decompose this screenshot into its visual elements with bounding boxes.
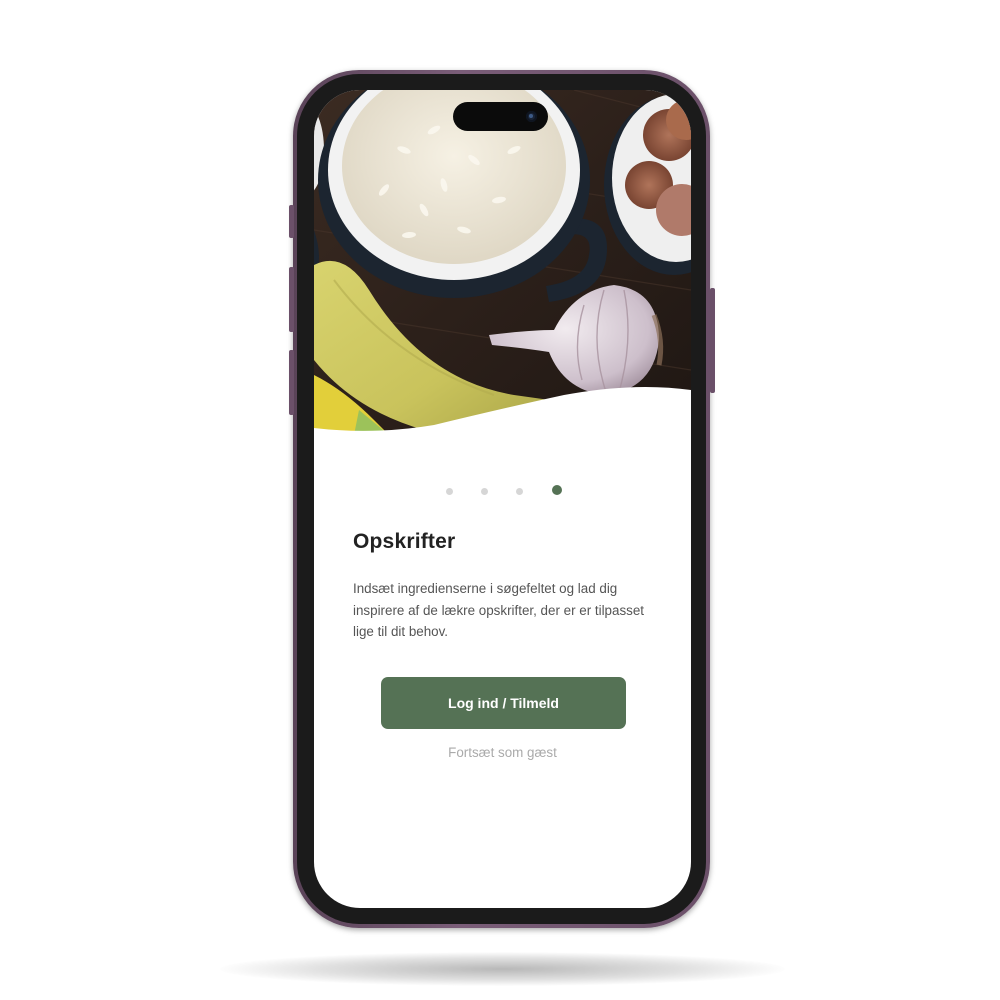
volume-up-button: [289, 267, 294, 332]
login-signup-button[interactable]: Log ind / Tilmeld: [381, 677, 626, 729]
power-button: [710, 288, 715, 393]
continue-as-guest-link[interactable]: Fortsæt som gæst: [314, 745, 691, 760]
onboarding-title: Opskrifter: [353, 530, 456, 553]
hero-food-photo: [314, 90, 691, 435]
action-button: [289, 205, 294, 238]
page-dot-3[interactable]: [516, 488, 523, 495]
onboarding-description: Indsæt ingredienserne i søgefeltet og la…: [353, 581, 644, 639]
page-dot-4-active[interactable]: [552, 485, 562, 495]
phone-floor-shadow: [220, 952, 785, 986]
dynamic-island: [453, 102, 548, 131]
app-screen: Opskrifter Indsæt ingredienserne i søgef…: [314, 90, 691, 908]
page-dot-1[interactable]: [446, 488, 453, 495]
page-dot-2[interactable]: [481, 488, 488, 495]
page-indicator: [314, 485, 691, 497]
volume-down-button: [289, 350, 294, 415]
front-camera-icon: [526, 111, 537, 122]
